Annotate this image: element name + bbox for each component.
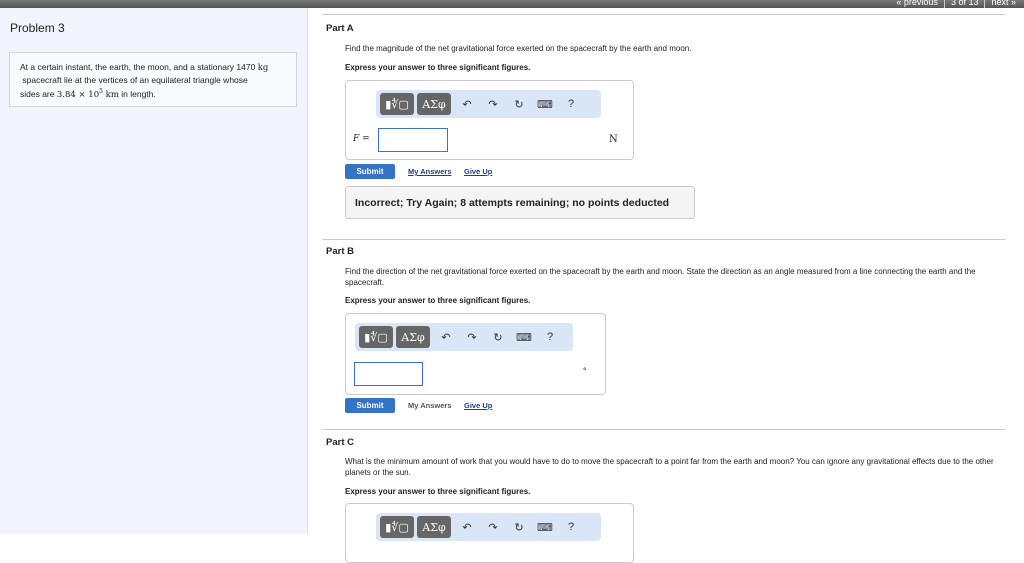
redo-icon[interactable]: ↷ — [480, 98, 506, 111]
keyboard-icon[interactable]: ⌨ — [532, 98, 558, 111]
unit-km: km — [102, 89, 119, 100]
problem-nav: « previous 3 of 13 next » — [896, 0, 1016, 8]
problem-statement: At a certain instant, the earth, the moo… — [9, 52, 297, 107]
give-up-link[interactable]: Give Up — [464, 167, 492, 176]
undo-icon[interactable]: ↶ — [454, 98, 480, 111]
previous-link[interactable]: « previous — [896, 0, 938, 8]
math-toolbar: ▮∜▢ ΑΣφ ↶ ↷ ↻ ⌨ ? — [376, 513, 601, 541]
symbols-button[interactable]: ΑΣφ — [417, 93, 451, 115]
statement-text: in length. — [118, 88, 156, 99]
reset-icon[interactable]: ↻ — [506, 98, 532, 111]
divider — [322, 239, 1005, 240]
help-icon[interactable]: ? — [537, 331, 563, 343]
statement-text: sides are — [20, 88, 57, 99]
problem-position: 3 of 13 — [950, 0, 979, 7]
math-toolbar: ▮∜▢ ΑΣφ ↶ ↷ ↻ ⌨ ? — [376, 90, 601, 118]
part-b-answer-box: ▮∜▢ ΑΣφ ↶ ↷ ↻ ⌨ ? ° — [345, 313, 606, 395]
keyboard-icon[interactable]: ⌨ — [532, 521, 558, 534]
redo-icon[interactable]: ↷ — [459, 331, 485, 344]
part-c-answer-box: ▮∜▢ ΑΣφ ↶ ↷ ↻ ⌨ ? — [345, 503, 634, 563]
help-icon[interactable]: ? — [558, 98, 584, 110]
part-c-instruction: Express your answer to three significant… — [345, 487, 531, 496]
math-toolbar: ▮∜▢ ΑΣφ ↶ ↷ ↻ ⌨ ? — [355, 323, 573, 351]
part-c-question: What is the minimum amount of work that … — [345, 457, 994, 477]
problem-title: Problem 3 — [10, 21, 65, 35]
symbols-button[interactable]: ΑΣφ — [417, 516, 451, 538]
my-answers-link[interactable]: My Answers — [408, 167, 452, 176]
undo-icon[interactable]: ↶ — [454, 521, 480, 534]
templates-button[interactable]: ▮∜▢ — [380, 93, 414, 115]
angle-input[interactable] — [354, 362, 423, 386]
degree-unit: ° — [583, 366, 587, 376]
part-a-question: Find the magnitude of the net gravitatio… — [345, 44, 692, 53]
templates-button[interactable]: ▮∜▢ — [380, 516, 414, 538]
part-a-instruction: Express your answer to three significant… — [345, 63, 531, 72]
variable-label: F = — [353, 134, 370, 144]
part-b-question: Find the direction of the net gravitatio… — [345, 267, 976, 287]
give-up-link[interactable]: Give Up — [464, 401, 492, 410]
part-a-answer-box: ▮∜▢ ΑΣφ ↶ ↷ ↻ ⌨ ? F = N — [345, 80, 634, 160]
submit-button[interactable]: Submit — [345, 164, 395, 179]
keyboard-icon[interactable]: ⌨ — [511, 331, 537, 344]
distance-value: 3.84 × 10 — [56, 89, 100, 100]
part-b-instruction: Express your answer to three significant… — [345, 296, 531, 305]
undo-icon[interactable]: ↶ — [433, 331, 459, 344]
statement-text: At a certain instant, the earth, the moo… — [20, 62, 258, 72]
divider — [322, 14, 1005, 15]
symbols-button[interactable]: ΑΣφ — [396, 326, 430, 348]
part-a-label: Part A — [326, 23, 354, 34]
feedback-message: Incorrect; Try Again; 8 attempts remaini… — [345, 186, 695, 219]
unit-label: N — [609, 134, 618, 145]
unit-kg: kg — [257, 63, 269, 73]
submit-button[interactable]: Submit — [345, 398, 395, 413]
part-b-label: Part B — [326, 246, 354, 257]
my-answers-label: My Answers — [408, 401, 452, 410]
templates-button[interactable]: ▮∜▢ — [359, 326, 393, 348]
reset-icon[interactable]: ↻ — [485, 331, 511, 344]
redo-icon[interactable]: ↷ — [480, 521, 506, 534]
next-link[interactable]: next » — [991, 0, 1016, 8]
problem-panel: Problem 3 At a certain instant, the eart… — [0, 8, 308, 534]
force-input[interactable] — [378, 128, 448, 152]
reset-icon[interactable]: ↻ — [506, 521, 532, 534]
part-c-label: Part C — [326, 437, 354, 448]
statement-text: spacecraft lie at the vertices of an equ… — [22, 75, 248, 85]
help-icon[interactable]: ? — [558, 521, 584, 533]
top-bar — [0, 0, 1024, 8]
divider — [322, 429, 1005, 430]
